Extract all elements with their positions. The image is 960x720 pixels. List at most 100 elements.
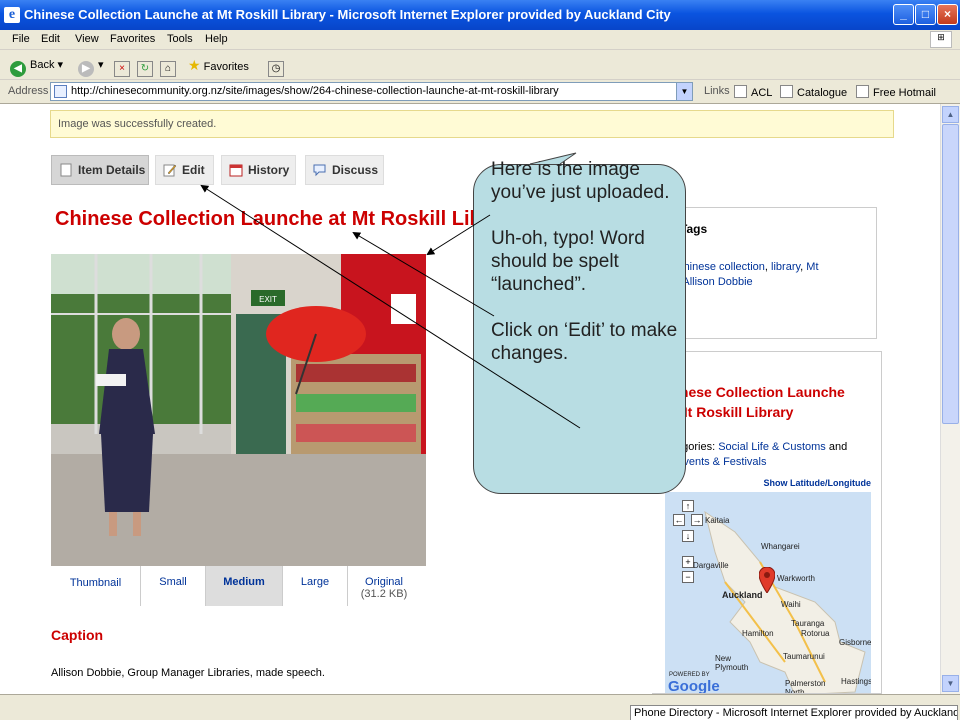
original-file-size: (31.2 KB) <box>360 588 408 600</box>
ie-logo-icon: e <box>4 7 20 23</box>
close-button[interactable]: × <box>937 4 958 25</box>
taskbar-item[interactable]: Phone Directory - Microsoft Internet Exp… <box>630 705 958 720</box>
map-city: Hastings <box>841 677 871 686</box>
map-city: Palmerston North <box>785 679 826 694</box>
uploaded-photo[interactable]: EXIT <box>51 254 426 566</box>
item-info-panel: inese Collection Launche Mt Roskill Libr… <box>652 351 882 694</box>
map-city: Dargaville <box>693 561 729 570</box>
tab-discuss[interactable]: Discuss <box>305 155 384 185</box>
map-brand-logo: Google <box>668 678 720 694</box>
address-dropdown-icon[interactable]: ▼ <box>676 83 692 100</box>
map-city: Auckland <box>722 590 763 600</box>
show-latlong-link[interactable]: Show Latitude/Longitude <box>764 478 872 488</box>
link-acl[interactable]: ACL <box>734 85 772 99</box>
address-input[interactable]: http://chinesecommunity.org.nz/site/imag… <box>50 82 693 101</box>
link-catalogue[interactable]: Catalogue <box>780 85 847 99</box>
size-large-link[interactable]: Large <box>283 566 348 606</box>
link-page-icon <box>780 85 793 98</box>
size-original-link[interactable]: Original <box>348 576 420 588</box>
windows-flag-icon: ⊞ <box>930 31 952 48</box>
link-page-icon <box>856 85 869 98</box>
size-original[interactable]: Original (31.2 KB) <box>348 566 420 606</box>
map-zoom-out[interactable]: − <box>682 571 694 583</box>
window-titlebar[interactable]: e Chinese Collection Launche at Mt Roski… <box>0 0 960 30</box>
history-button[interactable]: ◷ <box>268 55 288 77</box>
stop-button[interactable]: × <box>114 55 134 77</box>
map-city: New Plymouth <box>715 654 749 672</box>
menu-bar: File Edit View Favorites Tools Help ⊞ <box>0 30 960 50</box>
forward-arrow-icon: ▶ <box>78 61 94 77</box>
tutorial-callout: Here is the image you’ve just uploaded. … <box>473 159 686 494</box>
scroll-down-icon[interactable]: ▼ <box>942 675 959 692</box>
calendar-icon <box>229 164 243 177</box>
menu-help[interactable]: Help <box>205 33 228 45</box>
map-city: Hamilton <box>742 629 774 638</box>
tag-chinese-collection[interactable]: Chinese collection <box>676 261 765 273</box>
link-free-hotmail[interactable]: Free Hotmail <box>856 85 936 99</box>
address-label: Address <box>8 85 49 97</box>
map-city: Rotorua <box>801 629 830 638</box>
favorites-button[interactable]: ★ Favorites <box>188 55 249 75</box>
size-medium-link[interactable]: Medium <box>206 566 283 606</box>
menu-edit[interactable]: Edit <box>41 33 60 45</box>
callout-text: Here is the image you’ve just uploaded. … <box>491 159 678 364</box>
scroll-thumb[interactable] <box>942 124 959 424</box>
menu-file[interactable]: File <box>12 33 30 45</box>
menu-view[interactable]: View <box>75 33 99 45</box>
map-city: Gisborne <box>839 638 871 647</box>
tab-edit[interactable]: Edit <box>155 155 214 185</box>
tags-list: s: Chinese collection, library, Mtkill, … <box>664 260 864 290</box>
back-button[interactable]: ◀ Back ▾ <box>10 55 63 77</box>
exit-sign-text: EXIT <box>259 295 277 304</box>
home-button[interactable]: ⌂ <box>160 55 180 77</box>
menu-favorites[interactable]: Favorites <box>110 33 155 45</box>
size-thumbnail-link[interactable]: Thumbnail <box>51 566 141 606</box>
tab-item-details[interactable]: Item Details <box>51 155 149 185</box>
size-small-link[interactable]: Small <box>141 566 206 606</box>
forward-button[interactable]: ▶ ▾ <box>78 55 104 77</box>
star-icon: ★ <box>188 57 201 73</box>
tag-allison-dobbie[interactable]: Allison Dobbie <box>682 276 752 288</box>
map-city: Warkworth <box>777 574 815 583</box>
window-title: Chinese Collection Launche at Mt Roskill… <box>24 7 671 22</box>
tag-library[interactable]: library <box>771 261 800 273</box>
caption-heading: Caption <box>51 627 104 643</box>
category-social-life-link[interactable]: Social Life & Customs <box>718 441 826 453</box>
map-pan-up[interactable]: ↑ <box>682 500 694 512</box>
links-label: Links <box>704 85 730 97</box>
pencil-icon <box>163 164 177 177</box>
minimize-button[interactable]: _ <box>893 4 914 25</box>
speech-bubble-icon <box>313 164 326 177</box>
success-notice: Image was successfully created. <box>50 110 894 138</box>
map-city: Kaitaia <box>705 516 730 525</box>
scroll-up-icon[interactable]: ▲ <box>942 106 959 123</box>
categories: egories: Social Life & Customs and Events… <box>676 440 876 470</box>
document-icon <box>60 163 72 177</box>
caption-text: Allison Dobbie, Group Manager Libraries,… <box>51 667 325 679</box>
categories-and: and <box>825 441 848 453</box>
category-events-link[interactable]: Events & Festivals <box>676 456 766 468</box>
map-pan-right[interactable]: → <box>691 514 703 526</box>
info-title: inese Collection Launche Mt Roskill Libr… <box>676 384 845 420</box>
address-url: http://chinesecommunity.org.nz/site/imag… <box>71 85 559 97</box>
map-city: Tauranga <box>791 619 825 628</box>
vertical-scrollbar[interactable]: ▲ ▼ <box>940 104 960 694</box>
tag-mt-roskill[interactable]: Mt <box>806 261 818 273</box>
address-bar: Address http://chinesecommunity.org.nz/s… <box>0 80 960 104</box>
toolbar: ◀ Back ▾ ▶ ▾ × ↻ ⌂ ★ Favorites ◷ <box>0 50 960 80</box>
map-pan-down[interactable]: ↓ <box>682 530 694 542</box>
maximize-button[interactable]: □ <box>915 4 936 25</box>
map-marker-icon[interactable] <box>759 567 775 593</box>
refresh-button[interactable]: ↻ <box>137 55 157 77</box>
back-arrow-icon: ◀ <box>10 61 26 77</box>
location-map[interactable]: ↑ ← → ↓ + − Kaitaia Whangarei Dargaville… <box>665 492 871 694</box>
stop-icon: × <box>114 61 130 77</box>
map-pan-left[interactable]: ← <box>673 514 685 526</box>
refresh-icon: ↻ <box>137 61 153 77</box>
menu-tools[interactable]: Tools <box>167 33 193 45</box>
tab-history[interactable]: History <box>221 155 296 185</box>
history-icon: ◷ <box>268 61 284 77</box>
link-page-icon <box>734 85 747 98</box>
page-title: Chinese Collection Launche at Mt Roskill… <box>55 208 520 230</box>
map-city: Waihi <box>781 600 801 609</box>
